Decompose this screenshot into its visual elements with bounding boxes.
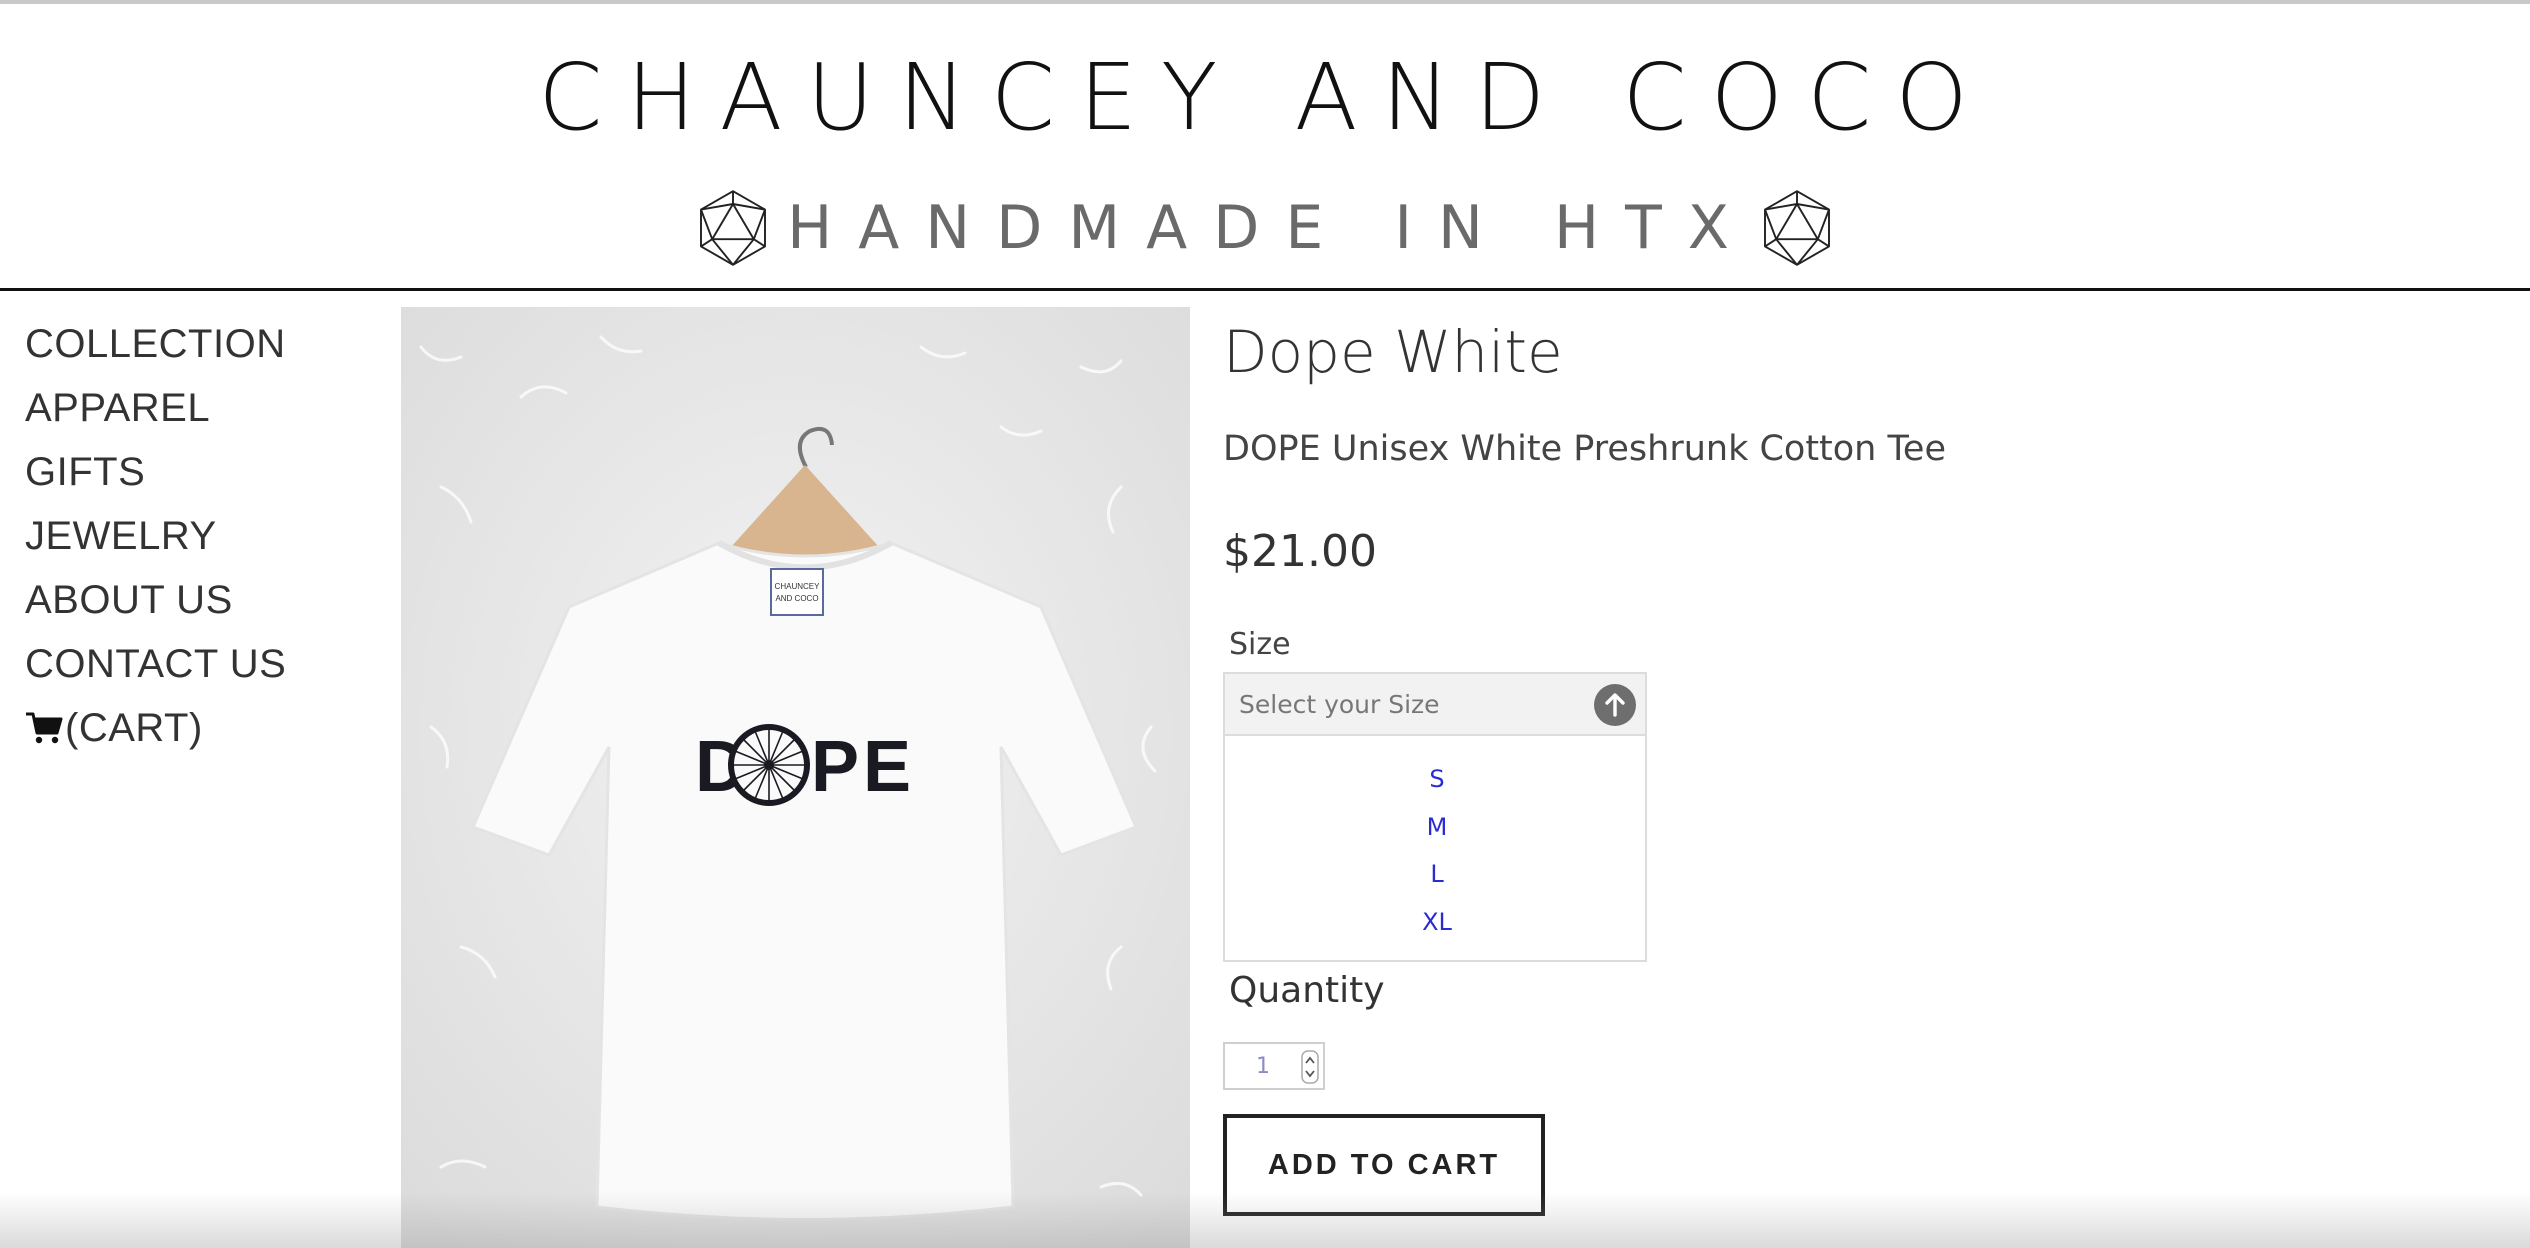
product-title: Dope White xyxy=(1223,318,1563,386)
nav-item-contact-us[interactable]: CONTACT US xyxy=(25,632,385,696)
size-placeholder: Select your Size xyxy=(1239,690,1440,719)
site-header: CHAUNCEY AND COCO HANDMADE IN HTX xyxy=(0,4,2530,288)
tagline: HANDMADE IN HTX xyxy=(787,193,1755,263)
product-image[interactable]: CHAUNCEY AND COCO DOPE xyxy=(401,307,1190,1248)
shopping-cart-icon xyxy=(26,712,63,744)
size-label: Size xyxy=(1229,627,1291,662)
tagline-row: HANDMADE IN HTX xyxy=(0,188,2530,268)
quantity-label: Quantity xyxy=(1229,970,1385,1011)
size-option-m[interactable]: M xyxy=(1225,810,1649,844)
nav-item-apparel[interactable]: APPAREL xyxy=(25,376,385,440)
stepper-arrows-icon[interactable] xyxy=(1301,1050,1319,1084)
tag-text-line1: CHAUNCEY xyxy=(775,582,821,591)
tag-text-line2: AND COCO xyxy=(775,594,818,603)
site-logo-text[interactable]: CHAUNCEY AND COCO xyxy=(0,48,2530,148)
nav-item-collection[interactable]: COLLECTION xyxy=(25,312,385,376)
geodesic-gem-icon xyxy=(700,190,767,266)
size-option-l[interactable]: L xyxy=(1225,857,1649,891)
arrow-up-circle-icon[interactable] xyxy=(1593,683,1637,727)
nav-item-jewelry[interactable]: JEWELRY xyxy=(25,504,385,568)
wheel-graphic xyxy=(728,724,810,806)
quantity-stepper[interactable]: 1 xyxy=(1223,1042,1325,1090)
size-options-list: S M L XL xyxy=(1223,736,1647,962)
geodesic-gem-icon xyxy=(1763,190,1830,266)
nav-item-gifts[interactable]: GIFTS xyxy=(25,440,385,504)
quantity-value[interactable]: 1 xyxy=(1225,1052,1301,1082)
product-price: $21.00 xyxy=(1223,526,1377,577)
header-divider xyxy=(0,288,2530,291)
product-photo: CHAUNCEY AND COCO DOPE xyxy=(401,307,1190,1248)
cart-label: (CART) xyxy=(65,705,203,750)
nav-item-about-us[interactable]: ABOUT US xyxy=(25,568,385,632)
product-description: DOPE Unisex White Preshrunk Cotton Tee xyxy=(1223,429,1946,469)
size-select[interactable]: Select your Size xyxy=(1223,672,1647,736)
nav-item-cart[interactable]: (CART) xyxy=(25,696,385,760)
add-to-cart-label: ADD TO CART xyxy=(1267,1148,1501,1181)
add-to-cart-button[interactable]: ADD TO CART xyxy=(1223,1114,1545,1216)
size-option-s[interactable]: S xyxy=(1225,762,1649,796)
sidebar-nav: COLLECTION APPAREL GIFTS JEWELRY ABOUT U… xyxy=(25,312,385,760)
size-option-xl[interactable]: XL xyxy=(1225,905,1649,939)
